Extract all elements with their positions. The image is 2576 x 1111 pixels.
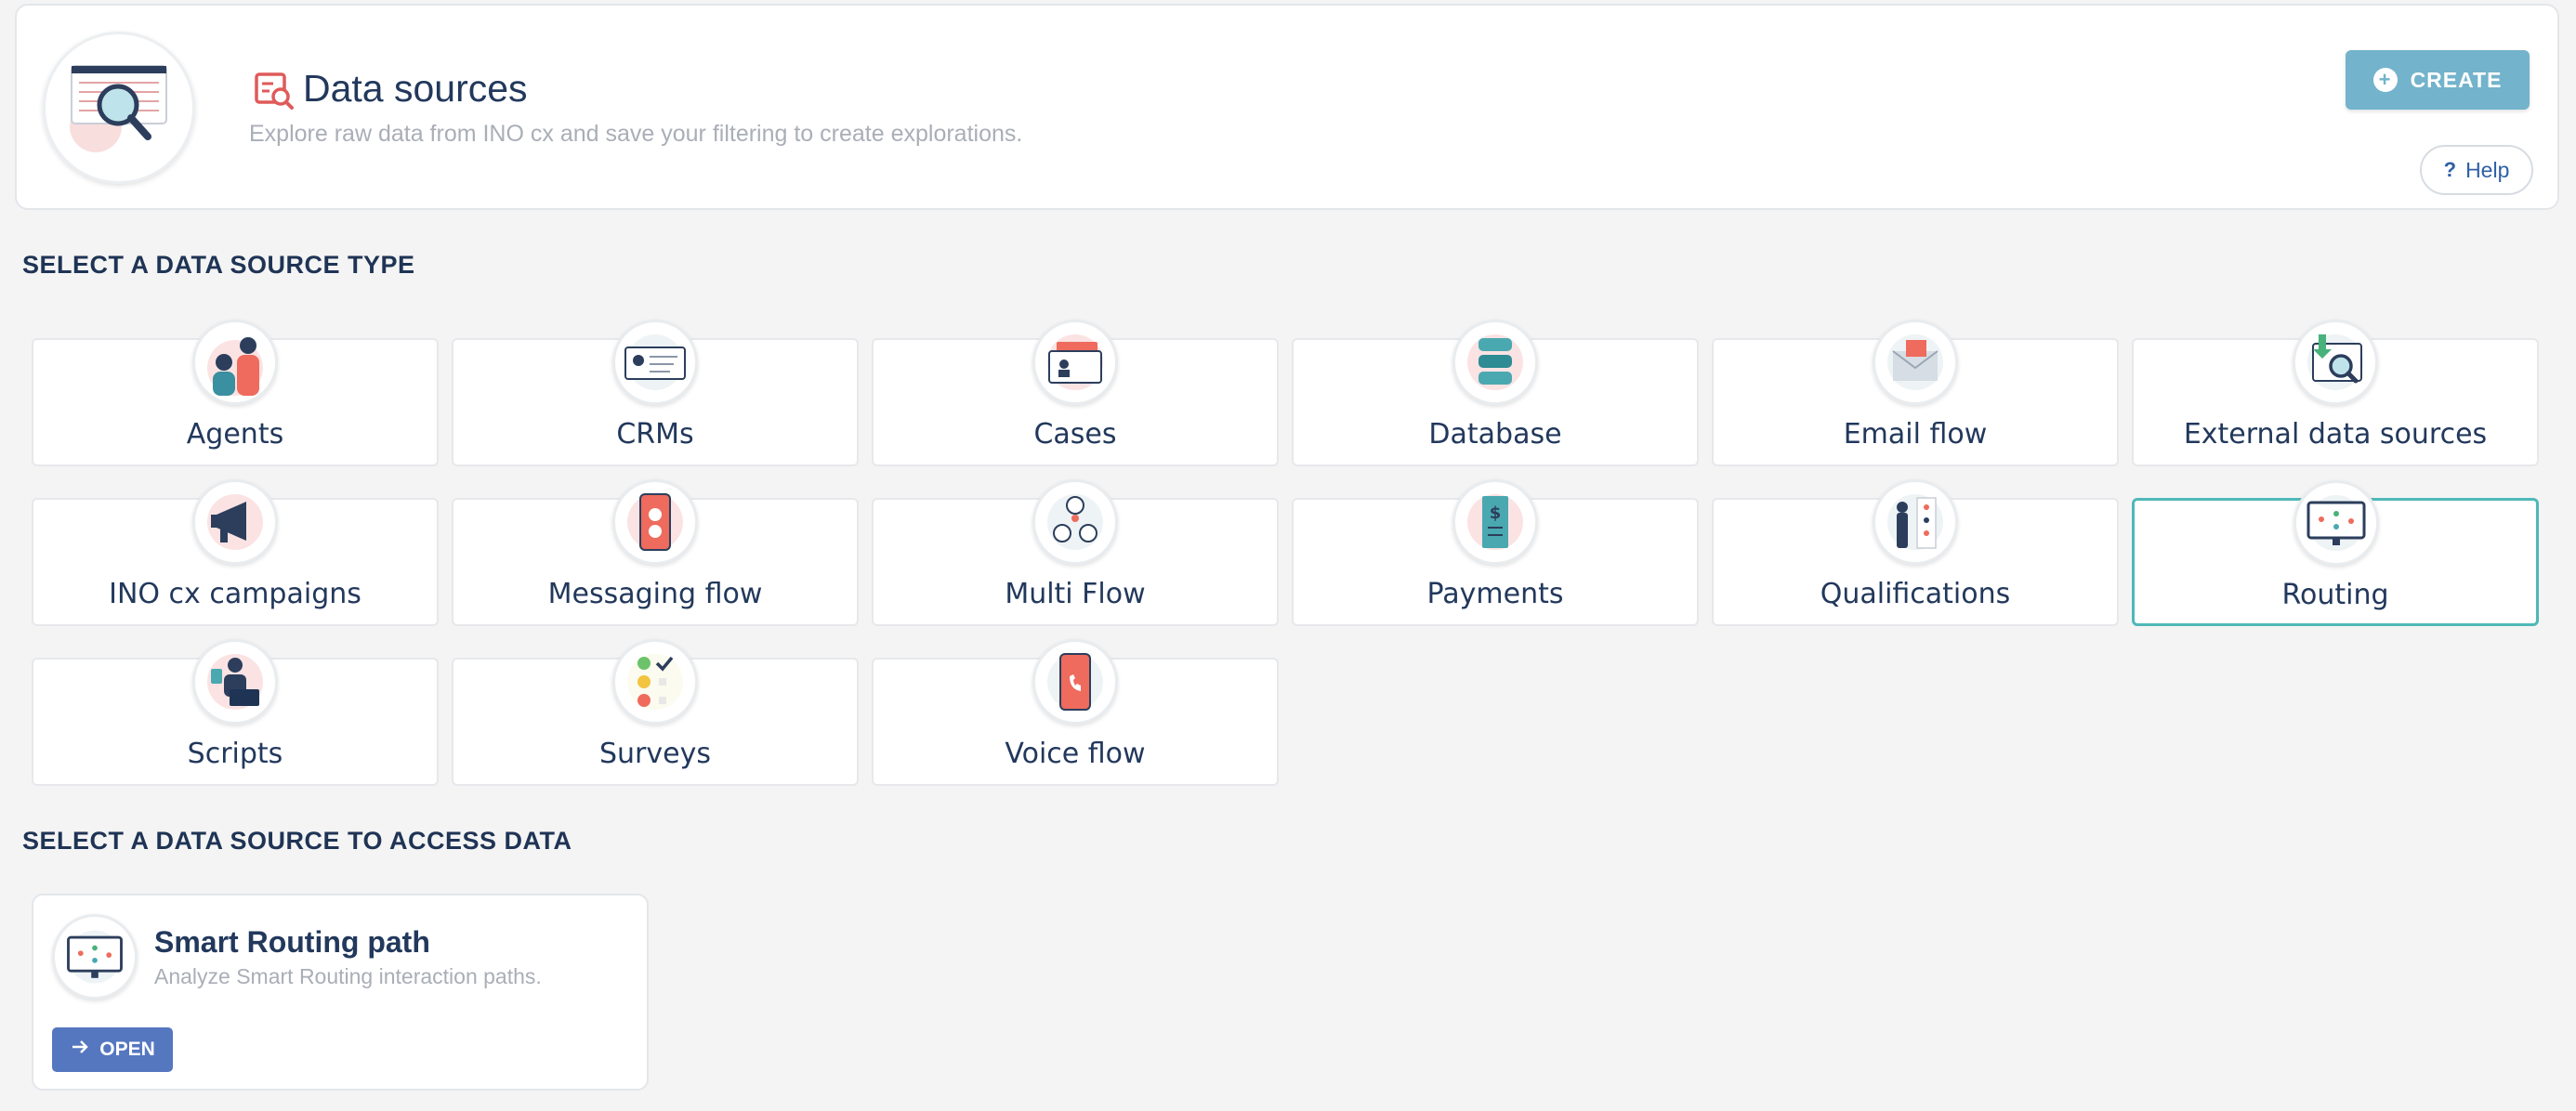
plus-circle-icon: + bbox=[2372, 68, 2398, 92]
tile-label: Surveys bbox=[599, 738, 711, 770]
cases-icon bbox=[1032, 320, 1118, 405]
tile-label: INO cx campaigns bbox=[109, 578, 361, 610]
help-button-label: Help bbox=[2465, 157, 2510, 182]
phone-chat-icon bbox=[612, 479, 698, 565]
agents-icon bbox=[192, 320, 278, 405]
tile-label: Qualifications bbox=[1820, 578, 2011, 610]
source-title: Smart Routing path bbox=[154, 925, 430, 959]
tile-label: Messaging flow bbox=[547, 578, 763, 610]
tile-label: Multi Flow bbox=[1005, 578, 1146, 610]
external-search-icon bbox=[2293, 320, 2378, 405]
tile-routing[interactable]: Routing bbox=[2132, 480, 2539, 626]
source-description: Analyze Smart Routing interaction paths. bbox=[154, 964, 542, 988]
routing-monitor-icon bbox=[2293, 480, 2379, 566]
create-button[interactable]: + CREATE bbox=[2346, 50, 2530, 110]
survey-checklist-icon bbox=[612, 639, 698, 725]
arrow-right-icon bbox=[70, 1037, 90, 1063]
open-button-label: OPEN bbox=[99, 1039, 155, 1060]
tile-voice-flow[interactable]: Voice flow bbox=[872, 639, 1279, 786]
page-title: Data sources bbox=[303, 67, 528, 110]
tile-label: Cases bbox=[1033, 418, 1117, 451]
tile-qualifications[interactable]: Qualifications bbox=[1712, 479, 2119, 626]
tile-label: Agents bbox=[186, 418, 284, 451]
create-button-label: CREATE bbox=[2410, 67, 2503, 92]
tile-label: Payments bbox=[1426, 578, 1564, 610]
tile-agents[interactable]: Agents bbox=[32, 320, 439, 466]
voice-phone-icon bbox=[1032, 639, 1118, 725]
tile-ino-cx-campaigns[interactable]: INO cx campaigns bbox=[32, 479, 439, 626]
tile-surveys[interactable]: Surveys bbox=[452, 639, 859, 786]
help-button[interactable]: ? Help bbox=[2420, 145, 2533, 195]
tile-label: Email flow bbox=[1843, 418, 1988, 451]
tile-messaging-flow[interactable]: Messaging flow bbox=[452, 479, 859, 626]
data-sources-illustration-icon bbox=[43, 32, 195, 184]
page-subtitle: Explore raw data from INO cx and save yo… bbox=[249, 121, 1023, 147]
multi-channel-icon bbox=[1032, 479, 1118, 565]
tile-multi-flow[interactable]: Multi Flow bbox=[872, 479, 1279, 626]
svg-text:$: $ bbox=[1490, 503, 1502, 523]
header-card: Data sources Explore raw data from INO c… bbox=[15, 4, 2559, 210]
tile-scripts[interactable]: Scripts bbox=[32, 639, 439, 786]
tile-label: Voice flow bbox=[1005, 738, 1146, 770]
crm-card-icon bbox=[612, 320, 698, 405]
tile-email-flow[interactable]: Email flow bbox=[1712, 320, 2119, 466]
data-sources-title-icon bbox=[249, 65, 299, 115]
smart-routing-path-card: Smart Routing path Analyze Smart Routing… bbox=[32, 894, 649, 1091]
database-icon bbox=[1452, 320, 1538, 405]
qualifications-icon bbox=[1873, 479, 1958, 565]
email-icon bbox=[1873, 320, 1958, 405]
tile-external-data-sources[interactable]: External data sources bbox=[2132, 320, 2539, 466]
open-button[interactable]: OPEN bbox=[52, 1027, 173, 1072]
section-heading-access: SELECT A DATA SOURCE TO ACCESS DATA bbox=[22, 827, 572, 855]
megaphone-icon bbox=[192, 479, 278, 565]
tile-label: Routing bbox=[2281, 579, 2389, 611]
tile-cases[interactable]: Cases bbox=[872, 320, 1279, 466]
scripts-person-icon bbox=[192, 639, 278, 725]
tile-database[interactable]: Database bbox=[1292, 320, 1699, 466]
tile-crms[interactable]: CRMs bbox=[452, 320, 859, 466]
tile-label: Database bbox=[1428, 418, 1562, 451]
routing-monitor-icon bbox=[52, 914, 138, 1000]
tile-label: CRMs bbox=[616, 418, 694, 451]
tile-payments[interactable]: $ Payments bbox=[1292, 479, 1699, 626]
question-mark-icon: ? bbox=[2443, 158, 2457, 181]
section-heading-types: SELECT A DATA SOURCE TYPE bbox=[22, 251, 415, 279]
tile-label: Scripts bbox=[187, 738, 283, 770]
tile-label: External data sources bbox=[2183, 418, 2488, 451]
receipt-dollar-icon: $ bbox=[1452, 479, 1538, 565]
